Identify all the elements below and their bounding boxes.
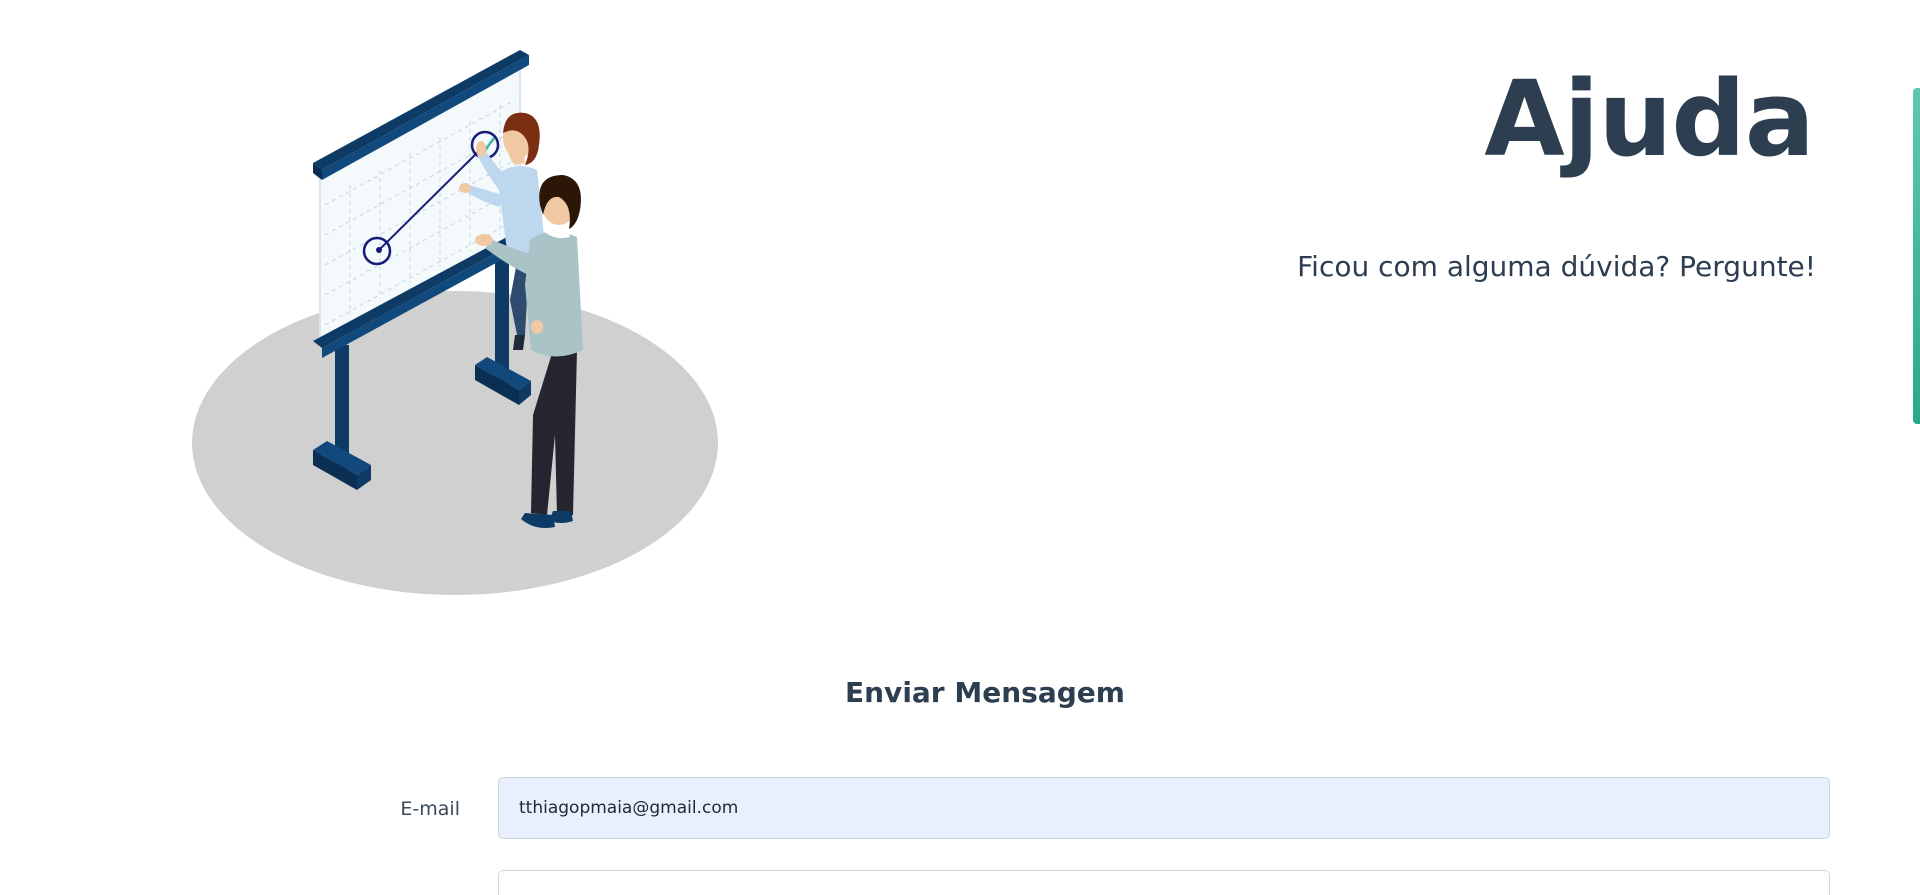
page-title: Ajuda [1484, 58, 1815, 180]
email-label: E-mail [400, 798, 460, 820]
help-page: Ajuda Ficou com alguma dúvida? Pergunte!… [0, 0, 1920, 895]
email-field[interactable] [498, 777, 1830, 839]
page-subtitle: Ficou com alguma dúvida? Pergunte! [1297, 250, 1816, 283]
form-title: Enviar Mensagem [845, 676, 1125, 709]
whiteboard-meeting-illustration [192, 50, 718, 595]
floor-shadow [192, 291, 718, 595]
scrollbar-thumb[interactable] [1913, 88, 1920, 424]
subject-field[interactable] [498, 870, 1830, 895]
